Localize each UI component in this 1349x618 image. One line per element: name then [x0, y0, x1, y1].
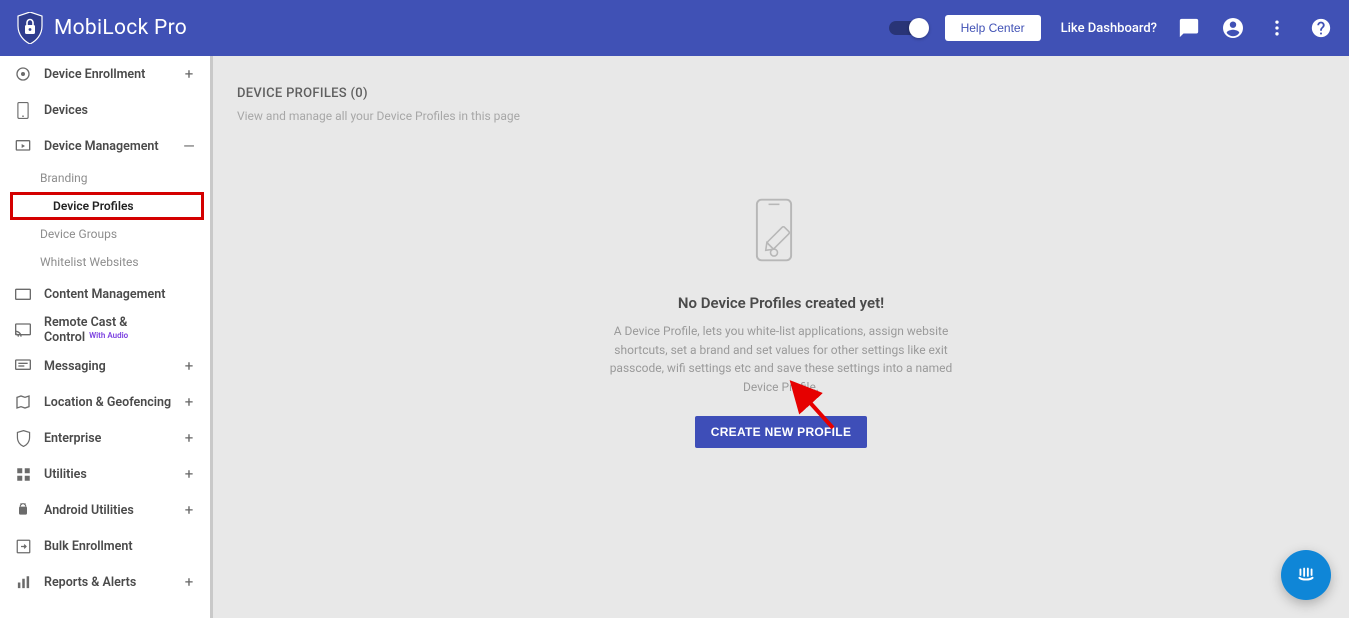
- sidebar-item-label: Bulk Enrollment: [44, 539, 182, 554]
- help-icon[interactable]: [1309, 16, 1333, 40]
- sidebar-item-android-utilities[interactable]: Android Utilities +: [0, 492, 210, 528]
- sidebar-item-content-management[interactable]: Content Management: [0, 276, 210, 312]
- sidebar-item-reports[interactable]: Reports & Alerts +: [0, 564, 210, 600]
- sidebar-item-label: Remote Cast & ControlWith Audio: [44, 315, 182, 345]
- message-icon: [14, 357, 32, 375]
- apps-icon: [14, 465, 32, 483]
- empty-state: No Device Profiles created yet! A Device…: [561, 186, 1001, 448]
- intercom-launcher[interactable]: [1281, 550, 1331, 600]
- like-dashboard-link[interactable]: Like Dashboard?: [1061, 21, 1157, 36]
- toggle-knob: [909, 18, 929, 38]
- sidebar-item-label: Device Enrollment: [44, 67, 182, 82]
- expand-icon: +: [182, 465, 196, 483]
- brand-logo[interactable]: MobiLock Pro: [16, 12, 187, 44]
- expand-icon: +: [182, 65, 196, 83]
- more-icon[interactable]: [1265, 16, 1289, 40]
- android-icon: [14, 501, 32, 519]
- sidebar-item-label: Enterprise: [44, 431, 182, 446]
- shield-lock-icon: [16, 12, 44, 44]
- expand-icon: +: [182, 429, 196, 447]
- sidebar-item-device-management[interactable]: Device Management —: [0, 128, 210, 164]
- header-actions: Help Center Like Dashboard?: [889, 15, 1333, 41]
- theme-toggle[interactable]: [889, 21, 925, 35]
- sidebar: Device Enrollment + Devices Device Manag…: [0, 56, 213, 618]
- collapse-icon: —: [182, 137, 196, 155]
- tablet-icon: [14, 101, 32, 119]
- folder-icon: [14, 285, 32, 303]
- sidebar-item-devices[interactable]: Devices: [0, 92, 210, 128]
- product-name: MobiLock Pro: [54, 16, 187, 40]
- sidebar-item-remote-cast[interactable]: Remote Cast & ControlWith Audio: [0, 312, 210, 348]
- sidebar-item-label: Location & Geofencing: [44, 395, 182, 410]
- sidebar-item-bulk-enrollment[interactable]: Bulk Enrollment: [0, 528, 210, 564]
- main-content: DEVICE PROFILES (0) View and manage all …: [213, 56, 1349, 618]
- sidebar-item-label: Device Management: [44, 139, 182, 154]
- account-icon[interactable]: [1221, 16, 1245, 40]
- sidebar-item-utilities[interactable]: Utilities +: [0, 456, 210, 492]
- sidebar-item-location[interactable]: Location & Geofencing +: [0, 384, 210, 420]
- create-new-profile-button[interactable]: CREATE NEW PROFILE: [695, 416, 868, 448]
- cast-icon: [14, 321, 32, 339]
- empty-state-description: A Device Profile, lets you white-list ap…: [561, 322, 1001, 396]
- sidebar-item-label: Reports & Alerts: [44, 575, 182, 590]
- intercom-icon: [1293, 562, 1319, 588]
- chat-icon[interactable]: [1177, 16, 1201, 40]
- expand-icon: +: [182, 393, 196, 411]
- sidebar-item-label: Devices: [44, 103, 182, 118]
- enrollment-icon: [14, 65, 32, 83]
- sidebar-sub-device-groups[interactable]: Device Groups: [0, 220, 210, 248]
- audio-badge: With Audio: [89, 331, 128, 340]
- sidebar-item-device-enrollment[interactable]: Device Enrollment +: [0, 56, 210, 92]
- sidebar-sub-label: Branding: [40, 171, 88, 185]
- management-icon: [14, 137, 32, 155]
- sidebar-sub-branding[interactable]: Branding: [0, 164, 210, 192]
- sidebar-sub-whitelist-websites[interactable]: Whitelist Websites: [0, 248, 210, 276]
- help-center-button[interactable]: Help Center: [945, 15, 1041, 41]
- sidebar-item-enterprise[interactable]: Enterprise +: [0, 420, 210, 456]
- sidebar-item-messaging[interactable]: Messaging +: [0, 348, 210, 384]
- page-title: DEVICE PROFILES (0): [237, 86, 1325, 101]
- shield-icon: [14, 429, 32, 447]
- device-edit-icon: [746, 186, 816, 276]
- sidebar-sub-label: Device Groups: [40, 227, 117, 241]
- empty-state-title: No Device Profiles created yet!: [561, 294, 1001, 312]
- expand-icon: +: [182, 357, 196, 375]
- sidebar-sub-label: Whitelist Websites: [40, 255, 139, 269]
- sidebar-item-label: Messaging: [44, 359, 182, 374]
- page-subtitle: View and manage all your Device Profiles…: [237, 109, 1325, 123]
- sidebar-item-label: Android Utilities: [44, 503, 182, 518]
- sidebar-item-label: Content Management: [44, 287, 182, 302]
- sidebar-sub-device-profiles[interactable]: Device Profiles: [10, 192, 204, 220]
- chart-icon: [14, 573, 32, 591]
- expand-icon: +: [182, 573, 196, 591]
- expand-icon: +: [182, 501, 196, 519]
- sidebar-sub-label: Device Profiles: [53, 199, 134, 213]
- import-icon: [14, 537, 32, 555]
- app-header: MobiLock Pro Help Center Like Dashboard?: [0, 0, 1349, 56]
- sidebar-item-label: Utilities: [44, 467, 182, 482]
- map-icon: [14, 393, 32, 411]
